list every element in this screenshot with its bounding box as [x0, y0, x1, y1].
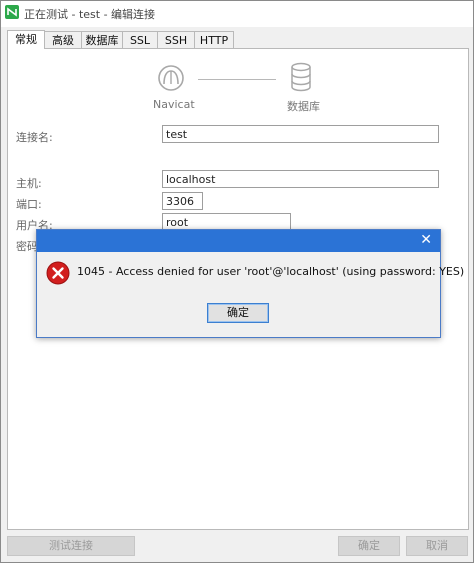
- error-dialog: ✕ 1045 - Access denied for user 'root'@'…: [36, 229, 464, 338]
- cancel-button[interactable]: 取消: [406, 536, 468, 556]
- database-icon: [291, 62, 311, 92]
- tab-advanced[interactable]: 高级: [44, 31, 82, 49]
- conn-name-input[interactable]: test: [162, 125, 439, 143]
- navicat-app-icon: [5, 5, 19, 19]
- error-dialog-titlebar: ✕: [37, 230, 440, 252]
- tab-http[interactable]: HTTP: [194, 31, 234, 49]
- test-connection-button[interactable]: 测试连接: [7, 536, 135, 556]
- error-icon: [46, 261, 70, 285]
- navicat-logo-icon: [158, 65, 184, 91]
- window-titlebar: 正在测试 - test - 编辑连接: [1, 1, 473, 27]
- tab-general[interactable]: 常规: [7, 30, 45, 49]
- close-icon[interactable]: ✕: [420, 233, 432, 247]
- window-title: 正在测试 - test - 编辑连接: [24, 8, 156, 21]
- edit-connection-window: 正在测试 - test - 编辑连接 常规 高级 数据库 SSL SSH HTT…: [0, 0, 474, 563]
- connection-line: [198, 79, 276, 80]
- ok-button[interactable]: 确定: [338, 536, 400, 556]
- conn-name-label: 连接名:: [16, 131, 53, 144]
- error-message: 1045 - Access denied for user 'root'@'lo…: [77, 265, 465, 278]
- diagram-database-label: 数据库: [287, 100, 320, 113]
- port-input[interactable]: 3306: [162, 192, 203, 210]
- tab-ssh[interactable]: SSH: [157, 31, 195, 49]
- host-label: 主机:: [16, 177, 42, 190]
- tab-ssl[interactable]: SSL: [122, 31, 158, 49]
- host-input[interactable]: localhost: [162, 170, 439, 188]
- port-label: 端口:: [16, 198, 42, 211]
- error-dialog-body: 1045 - Access denied for user 'root'@'lo…: [37, 252, 464, 337]
- tab-databases[interactable]: 数据库: [81, 31, 123, 49]
- diagram-navicat-label: Navicat: [153, 98, 195, 111]
- dialog-ok-button[interactable]: 确定: [207, 303, 269, 323]
